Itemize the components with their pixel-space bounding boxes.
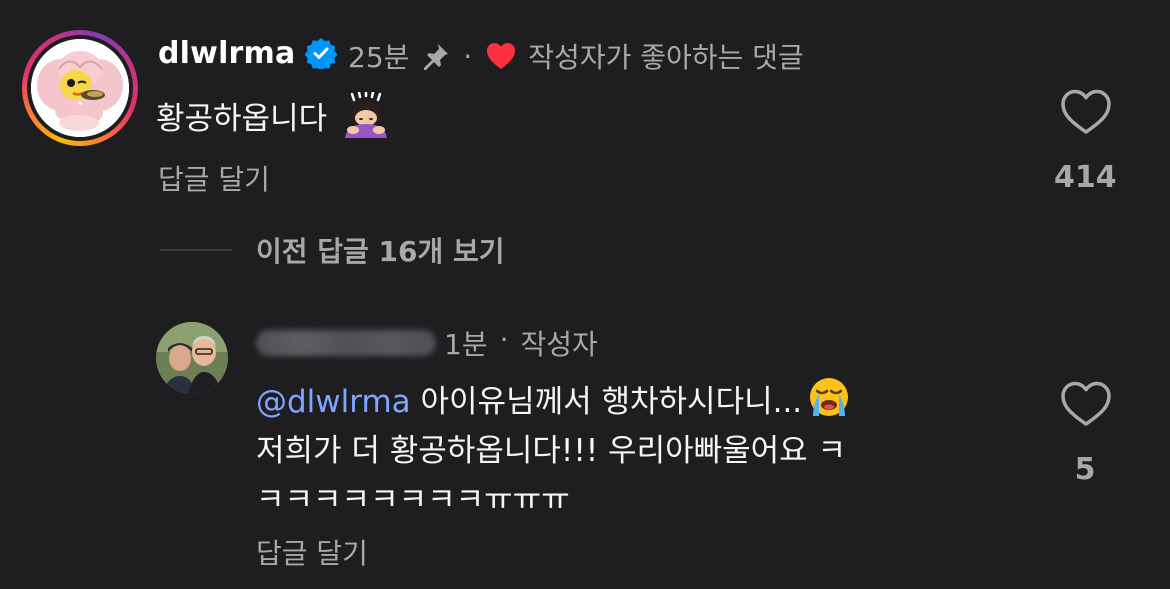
avatar-image <box>31 39 129 137</box>
story-ring[interactable] <box>22 30 138 146</box>
creator-liked-label: 작성자가 좋아하는 댓글 <box>528 41 804 74</box>
reply-text-line-1: 아이유님께서 행차하시다니... <box>410 384 803 420</box>
bowing-woman-emoji <box>345 92 388 138</box>
view-previous-replies-button[interactable]: 이전 답글 16개 보기 <box>256 230 505 270</box>
reply-avatar-image <box>156 322 228 394</box>
comment-username[interactable]: dlwlrma <box>158 36 295 71</box>
reply-text-line-3: ㅋㅋㅋㅋㅋㅋㅋㅋㅠㅠㅠ <box>256 482 570 518</box>
mention-link[interactable]: @dlwlrma <box>256 384 411 420</box>
meta-separator: · <box>463 39 473 73</box>
reply-username-blurred[interactable] <box>256 330 436 356</box>
meta-separator: · <box>499 323 509 356</box>
reply-meta: 1분 · 작성자 <box>444 323 598 363</box>
reply-button[interactable]: 답글 달기 <box>256 532 368 572</box>
comment-text: 황공하옵니다 <box>156 92 391 138</box>
reply-avatar[interactable] <box>156 322 228 394</box>
loudly-crying-emoji <box>810 378 849 416</box>
reply-text: @dlwlrma 아이유님께서 행차하시다니... 저희가 더 황공하옵니다!!… <box>256 376 1016 525</box>
heart-outline-icon[interactable] <box>1060 380 1112 428</box>
pin-icon <box>424 44 449 70</box>
verified-badge-icon <box>305 38 337 69</box>
reply-time: 1분 <box>444 328 488 361</box>
thread-line <box>160 249 232 251</box>
reply-text-line-2: 저희가 더 황공하옵니다!!! 우리아빠울어요 ㅋ <box>256 433 847 469</box>
author-badge: 작성자 <box>520 328 598 361</box>
comment-time: 25분 <box>348 41 410 74</box>
like-count: 5 <box>1074 452 1096 487</box>
avatar[interactable] <box>31 39 129 137</box>
heart-outline-icon[interactable] <box>1060 88 1112 136</box>
comment-body: 황공하옵니다 <box>156 100 328 137</box>
reply-button[interactable]: 답글 달기 <box>158 158 270 198</box>
comment-meta: 25분 · 작성자가 좋아하는 댓글 <box>348 36 804 76</box>
heart-filled-icon <box>487 43 516 69</box>
like-count: 414 <box>1054 160 1117 195</box>
